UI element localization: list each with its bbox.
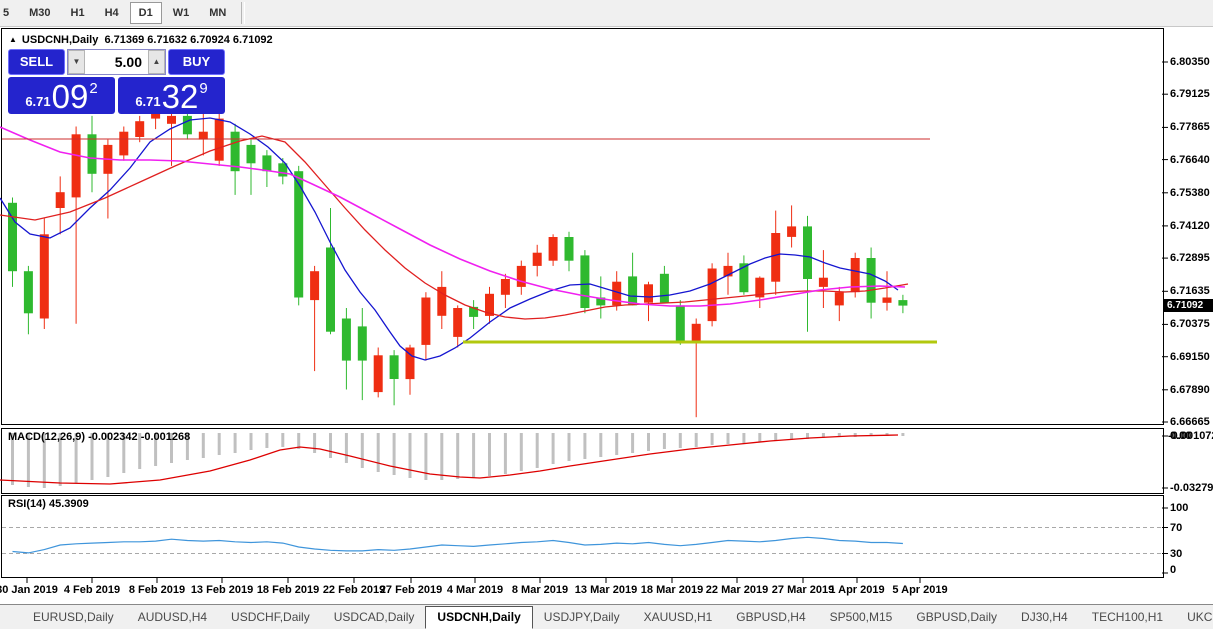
date-axis-label: 8 Feb 2019 bbox=[129, 584, 185, 596]
price-axis-label: 6.77865 bbox=[1170, 121, 1210, 133]
chart-tab-usdchf[interactable]: USDCHF,Daily bbox=[220, 608, 321, 627]
chart-tab-ukc[interactable]: UKC bbox=[1176, 608, 1213, 627]
sell-price-quote[interactable]: 6.71092 bbox=[8, 77, 115, 114]
chart-tab-sp500[interactable]: SP500,M15 bbox=[819, 608, 904, 627]
date-axis-label: 8 Mar 2019 bbox=[512, 584, 568, 596]
chart-tab-usdjpy[interactable]: USDJPY,Daily bbox=[533, 608, 631, 627]
lot-size-stepper: ▼ ▲ bbox=[67, 49, 166, 75]
collapse-panel-icon[interactable]: ▲ bbox=[9, 35, 17, 44]
timeframe-button-D1[interactable]: D1 bbox=[130, 2, 162, 24]
timeframe-button-W1[interactable]: W1 bbox=[164, 2, 199, 24]
sell-price-big: 09 bbox=[52, 80, 89, 114]
sell-button[interactable]: SELL bbox=[8, 49, 65, 75]
price-axis-label: 6.70375 bbox=[1170, 318, 1210, 330]
chart-header: ▲ USDCNH,Daily 6.71369 6.71632 6.70924 6.… bbox=[9, 34, 273, 46]
chart-tab-audusd[interactable]: AUDUSD,H4 bbox=[127, 608, 218, 627]
price-axis-label: 6.67890 bbox=[1170, 384, 1210, 396]
price-axis-label: 6.66665 bbox=[1170, 416, 1210, 428]
macd-values: -0.002342 -0.001268 bbox=[88, 431, 190, 443]
date-axis-label: 18 Mar 2019 bbox=[641, 584, 703, 596]
price-axis-label: 6.79125 bbox=[1170, 88, 1210, 100]
chart-tab-gbpusd[interactable]: GBPUSD,Daily bbox=[905, 608, 1008, 627]
price-axis-label: 6.76640 bbox=[1170, 154, 1210, 166]
chart-tab-usdcad[interactable]: USDCAD,Daily bbox=[323, 608, 426, 627]
chart-ohlc-values: 6.71369 6.71632 6.70924 6.71092 bbox=[104, 34, 272, 46]
chart-tab-bar: EURUSD,DailyAUDUSD,H4USDCHF,DailyUSDCAD,… bbox=[0, 604, 1213, 629]
date-axis-label: 5 Apr 2019 bbox=[892, 584, 947, 596]
date-axis-label: 27 Feb 2019 bbox=[380, 584, 442, 596]
date-axis-label: 22 Mar 2019 bbox=[706, 584, 768, 596]
date-axis-label: 22 Feb 2019 bbox=[323, 584, 385, 596]
chart-tab-usdcnh[interactable]: USDCNH,Daily bbox=[425, 606, 532, 629]
chart-tab-gbpusd[interactable]: GBPUSD,H4 bbox=[725, 608, 816, 627]
macd-axis-min-label: -0.032799 bbox=[1170, 482, 1213, 494]
buy-price-big: 32 bbox=[162, 80, 199, 114]
chart-tab-xauusd[interactable]: XAUUSD,H1 bbox=[633, 608, 724, 627]
date-axis-label: 4 Mar 2019 bbox=[447, 584, 503, 596]
rsi-axis-label: 0 bbox=[1170, 564, 1176, 576]
price-axis-label: 6.72895 bbox=[1170, 252, 1210, 264]
date-axis-label: 30 Jan 2019 bbox=[0, 584, 58, 596]
date-axis-label: 27 Mar 2019 bbox=[772, 584, 834, 596]
price-axis-label: 6.75380 bbox=[1170, 187, 1210, 199]
rsi-axis-label: 70 bbox=[1170, 522, 1182, 534]
one-click-trade-panel: SELL ▼ ▲ BUY 6.71092 6.71329 bbox=[8, 49, 225, 114]
macd-name: MACD(12,26,9) bbox=[8, 431, 85, 443]
timeframe-button-MN[interactable]: MN bbox=[200, 2, 235, 24]
toolbar-separator bbox=[241, 2, 245, 24]
timeframe-button-5[interactable]: 5 bbox=[0, 2, 18, 24]
rsi-panel[interactable] bbox=[1, 495, 1164, 578]
timeframe-button-H1[interactable]: H1 bbox=[62, 2, 94, 24]
mt4-window: 5M30H1H4D1W1MN ▲ USDCNH,Daily 6.71369 6.7… bbox=[0, 0, 1213, 629]
lot-decrease-icon[interactable]: ▼ bbox=[68, 50, 85, 74]
sell-price-prefix: 6.71 bbox=[25, 94, 50, 109]
macd-indicator-label: MACD(12,26,9) -0.002342 -0.001268 bbox=[8, 431, 190, 443]
price-axis-label: 6.80350 bbox=[1170, 56, 1210, 68]
timeframe-button-H4[interactable]: H4 bbox=[96, 2, 128, 24]
timeframe-button-M30[interactable]: M30 bbox=[20, 2, 59, 24]
lot-size-input[interactable] bbox=[85, 50, 148, 74]
date-axis-label: 13 Mar 2019 bbox=[575, 584, 637, 596]
date-axis-label: 18 Feb 2019 bbox=[257, 584, 319, 596]
rsi-axis-label: 30 bbox=[1170, 548, 1182, 560]
buy-button[interactable]: BUY bbox=[168, 49, 225, 75]
date-axis-label: 1 Apr 2019 bbox=[829, 584, 884, 596]
current-price-tag: 6.71092 bbox=[1164, 299, 1213, 312]
chart-tab-tech100[interactable]: TECH100,H1 bbox=[1081, 608, 1174, 627]
price-axis-label: 6.71635 bbox=[1170, 285, 1210, 297]
chart-tab-dj30[interactable]: DJ30,H4 bbox=[1010, 608, 1079, 627]
chart-symbol-label: USDCNH,Daily bbox=[22, 34, 98, 46]
buy-price-prefix: 6.71 bbox=[135, 94, 160, 109]
price-axis-label: 6.74120 bbox=[1170, 220, 1210, 232]
chart-tab-eurusd[interactable]: EURUSD,Daily bbox=[22, 608, 125, 627]
buy-price-pip: 9 bbox=[199, 80, 207, 97]
buy-price-quote[interactable]: 6.71329 bbox=[118, 77, 225, 114]
timeframe-toolbar: 5M30H1H4D1W1MN bbox=[0, 0, 1213, 27]
date-axis: 30 Jan 2019 4 Feb 2019 8 Feb 2019 13 Feb 20… bbox=[0, 578, 1213, 603]
date-axis-label: 4 Feb 2019 bbox=[64, 584, 120, 596]
date-axis-label: 13 Feb 2019 bbox=[191, 584, 253, 596]
rsi-value: 45.3909 bbox=[49, 498, 89, 510]
macd-axis-current-label: -0.001072 bbox=[1168, 430, 1213, 442]
rsi-axis-label: 100 bbox=[1170, 502, 1188, 514]
rsi-indicator-label: RSI(14) 45.3909 bbox=[8, 498, 89, 510]
sell-price-pip: 2 bbox=[89, 80, 97, 97]
lot-increase-icon[interactable]: ▲ bbox=[148, 50, 165, 74]
price-axis-label: 6.69150 bbox=[1170, 351, 1210, 363]
rsi-name: RSI(14) bbox=[8, 498, 46, 510]
